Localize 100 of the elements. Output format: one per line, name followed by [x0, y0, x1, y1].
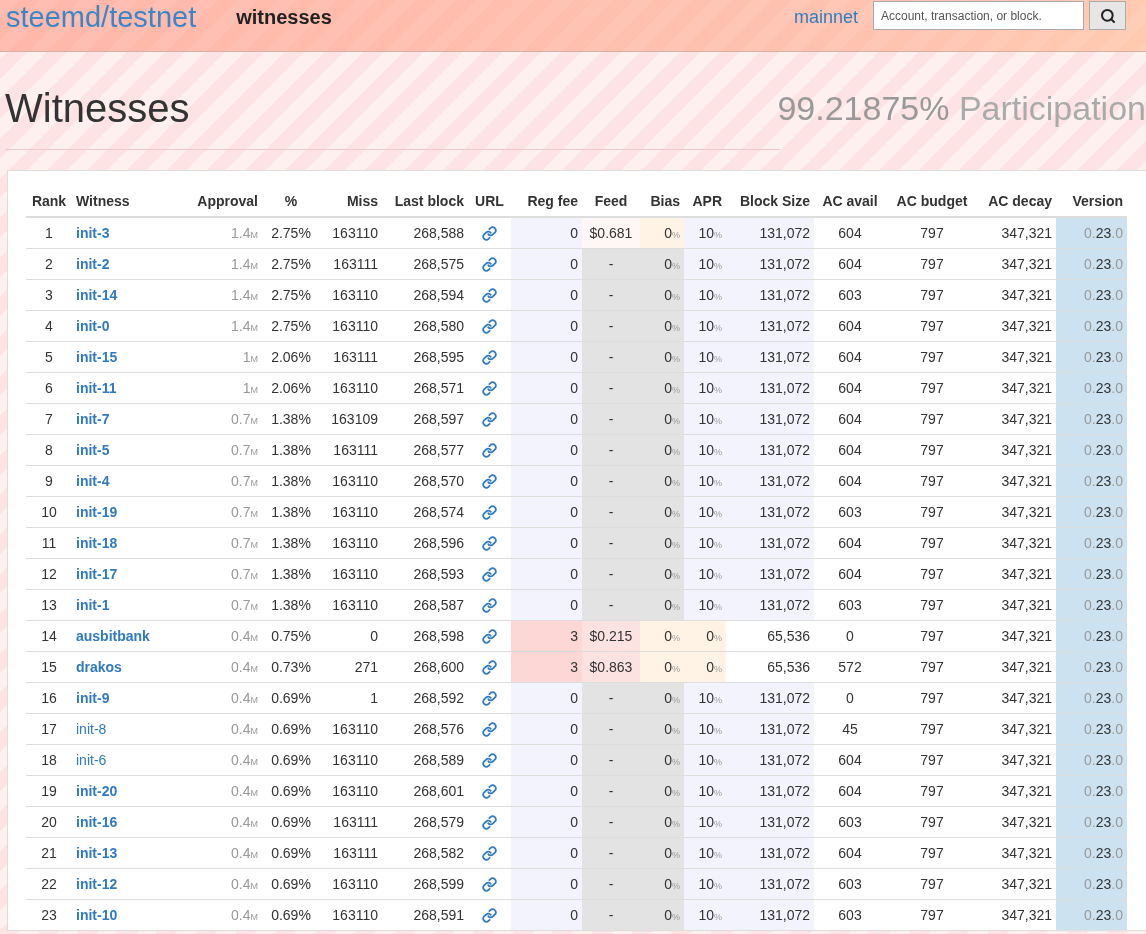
witness-link[interactable]: init-17	[76, 566, 118, 582]
link-icon[interactable]	[482, 536, 497, 552]
link-icon[interactable]	[482, 257, 497, 273]
witness-link[interactable]: init-20	[76, 783, 118, 799]
witness-link[interactable]: init-7	[76, 411, 110, 427]
miss-cell: 163110	[320, 713, 382, 745]
witness-link[interactable]: init-10	[76, 907, 118, 923]
bias-cell: 0%	[640, 837, 684, 869]
apr-cell: 10%	[684, 217, 726, 249]
witness-link[interactable]: init-4	[76, 473, 110, 489]
witness-link[interactable]: init-0	[76, 318, 110, 334]
last-block-cell: 268,597	[382, 403, 468, 435]
witness-link[interactable]: init-13	[76, 845, 118, 861]
column-header: AC budget	[886, 189, 978, 217]
link-icon[interactable]	[482, 908, 497, 924]
bias-cell: 0%	[640, 620, 684, 652]
network-link[interactable]: mainnet	[793, 7, 858, 28]
ac-budget-cell: 797	[886, 403, 978, 435]
approval-cell: 1.4M	[180, 310, 262, 342]
witness-link[interactable]: init-5	[76, 442, 110, 458]
reg-fee-cell: 0	[511, 496, 582, 528]
witness-link[interactable]: init-18	[76, 535, 118, 551]
ac-avail-cell: 604	[814, 341, 886, 373]
block-size-cell: 131,072	[726, 279, 814, 311]
witness-link[interactable]: init-16	[76, 814, 118, 830]
block-size-cell: 65,536	[726, 620, 814, 652]
search-field[interactable]: Account, transaction, or block.	[873, 1, 1084, 30]
witness-link[interactable]: init-9	[76, 690, 110, 706]
link-icon[interactable]	[482, 629, 497, 645]
miss-cell: 163110	[320, 496, 382, 528]
feed-cell: -	[582, 527, 640, 559]
link-icon[interactable]	[482, 567, 497, 583]
bias-cell: 0%	[640, 589, 684, 621]
witness-link[interactable]: init-12	[76, 876, 118, 892]
percent-cell: 1.38%	[262, 434, 320, 466]
version-cell: 0.23.0	[1056, 310, 1127, 342]
link-icon[interactable]	[482, 753, 497, 769]
link-icon[interactable]	[482, 815, 497, 831]
rank-cell: 15	[26, 651, 72, 683]
rank-cell: 22	[26, 868, 72, 900]
miss-cell: 163110	[320, 558, 382, 590]
link-icon[interactable]	[482, 722, 497, 738]
last-block-cell: 268,580	[382, 310, 468, 342]
version-cell: 0.23.0	[1056, 651, 1127, 683]
page-name: witnesses	[236, 6, 332, 29]
link-icon[interactable]	[482, 784, 497, 800]
witness-link[interactable]: init-6	[76, 752, 107, 768]
link-icon[interactable]	[482, 288, 497, 304]
link-icon[interactable]	[482, 226, 497, 242]
link-icon[interactable]	[482, 877, 497, 893]
site-logo-link[interactable]: steemd/testnet	[6, 1, 197, 34]
block-size-cell: 131,072	[726, 558, 814, 590]
percent-cell: 0.69%	[262, 713, 320, 745]
witness-link[interactable]: init-1	[76, 597, 110, 613]
bias-cell: 0%	[640, 465, 684, 497]
rank-cell: 19	[26, 775, 72, 807]
link-icon[interactable]	[482, 505, 497, 521]
feed-cell: -	[582, 744, 640, 776]
last-block-cell: 268,579	[382, 806, 468, 838]
reg-fee-cell: 0	[511, 713, 582, 745]
feed-cell: -	[582, 434, 640, 466]
percent-cell: 2.06%	[262, 372, 320, 404]
link-icon[interactable]	[482, 412, 497, 428]
link-icon[interactable]	[482, 319, 497, 335]
link-icon[interactable]	[482, 474, 497, 490]
ac-budget-cell: 797	[886, 279, 978, 311]
block-size-cell: 131,072	[726, 682, 814, 714]
link-icon[interactable]	[482, 846, 497, 862]
witness-link[interactable]: init-11	[76, 380, 117, 396]
version-cell: 0.23.0	[1056, 341, 1127, 373]
ac-budget-cell: 797	[886, 217, 978, 249]
link-icon[interactable]	[482, 443, 497, 459]
reg-fee-cell: 0	[511, 465, 582, 497]
ac-avail-cell: 603	[814, 496, 886, 528]
link-icon[interactable]	[482, 350, 497, 366]
approval-cell: 0.4M	[180, 713, 262, 745]
witness-link[interactable]: init-2	[76, 256, 110, 272]
witness-link[interactable]: init-8	[76, 721, 107, 737]
witness-link[interactable]: init-15	[76, 349, 118, 365]
block-size-cell: 131,072	[726, 248, 814, 280]
link-icon[interactable]	[482, 381, 497, 397]
rank-cell: 18	[26, 744, 72, 776]
witness-link[interactable]: init-19	[76, 504, 118, 520]
search-button[interactable]	[1089, 1, 1126, 30]
percent-cell: 2.75%	[262, 248, 320, 280]
bias-cell: 0%	[640, 341, 684, 373]
witness-link[interactable]: init-14	[76, 287, 118, 303]
link-icon[interactable]	[482, 660, 497, 676]
link-icon[interactable]	[482, 691, 497, 707]
percent-cell: 1.38%	[262, 465, 320, 497]
version-cell: 0.23.0	[1056, 465, 1127, 497]
ac-avail-cell: 604	[814, 403, 886, 435]
link-icon[interactable]	[482, 598, 497, 614]
block-size-cell: 131,072	[726, 434, 814, 466]
apr-cell: 10%	[684, 279, 726, 311]
witness-link[interactable]: drakos	[76, 659, 122, 675]
feed-cell: -	[582, 372, 640, 404]
witness-link[interactable]: ausbitbank	[76, 628, 150, 644]
witness-link[interactable]: init-3	[76, 225, 110, 241]
percent-cell: 2.75%	[262, 310, 320, 342]
